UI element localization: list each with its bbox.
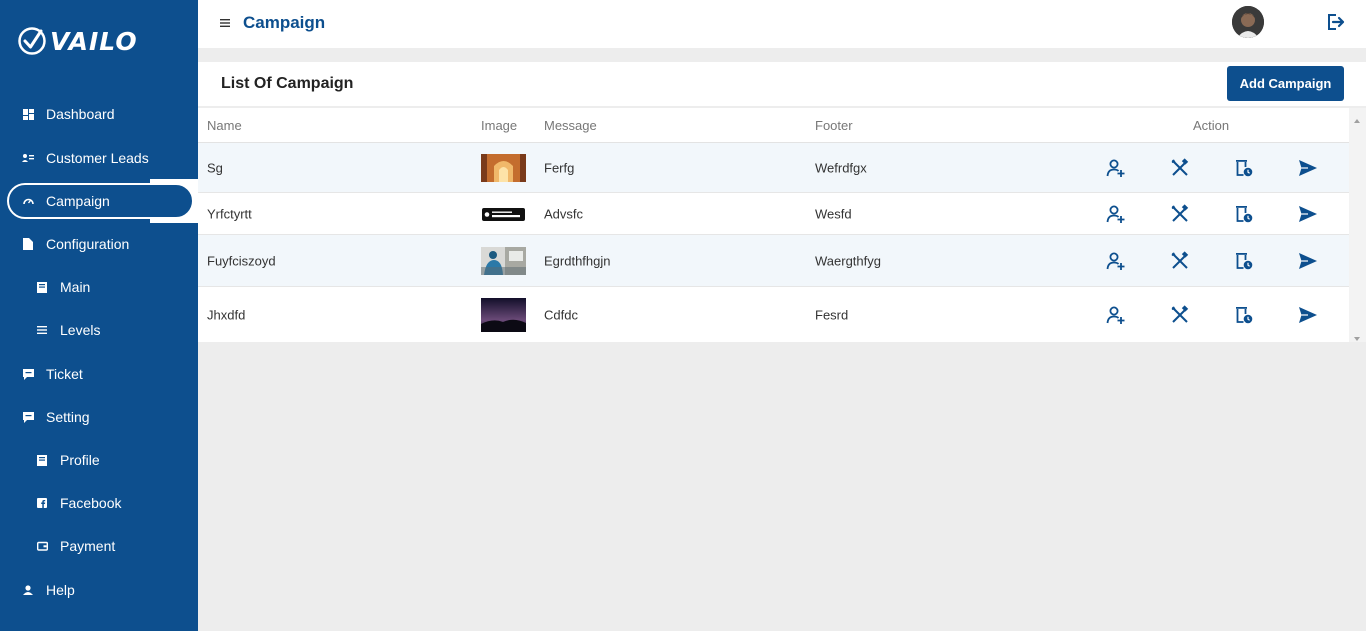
sidebar-item-main[interactable]: Main	[0, 269, 198, 305]
delete-schedule-icon[interactable]	[1233, 203, 1255, 225]
column-header-name: Name	[207, 118, 242, 133]
scroll-up-arrow-icon[interactable]	[1352, 112, 1362, 123]
logo: VAILO	[17, 25, 138, 57]
cell-message: Egrdthfhgjn	[544, 253, 611, 268]
sidebar-item-facebook[interactable]: Facebook	[0, 485, 198, 521]
cell-name: Jhxdfd	[207, 307, 246, 322]
sidebar-item-label: Levels	[60, 322, 101, 338]
send-icon[interactable]	[1297, 250, 1319, 272]
table-scrollbar[interactable]	[1349, 108, 1366, 342]
night-sky-photo	[481, 297, 526, 332]
tools-icon[interactable]	[1169, 157, 1191, 179]
add-campaign-button[interactable]: Add Campaign	[1227, 66, 1344, 101]
table-row[interactable]: Fuyfciszoyd Egrdthfhgjn Waergthfyg	[198, 235, 1349, 287]
column-header-footer: Footer	[815, 118, 853, 133]
card-title: List Of Campaign	[221, 75, 354, 92]
add-user-icon[interactable]	[1105, 304, 1127, 326]
sidebar-item-payment[interactable]: Payment	[0, 528, 198, 564]
logout-icon[interactable]	[1326, 12, 1346, 32]
gauge-icon	[22, 195, 34, 207]
contacts-icon	[22, 152, 34, 164]
cell-footer: Wefrdfgx	[815, 160, 867, 175]
sidebar-item-label: Payment	[60, 538, 116, 554]
cell-name: Fuyfciszoyd	[207, 253, 276, 268]
delete-schedule-icon[interactable]	[1233, 304, 1255, 326]
tools-icon[interactable]	[1169, 304, 1191, 326]
sidebar-item-levels[interactable]: Levels	[0, 312, 198, 348]
user-icon	[22, 584, 34, 596]
sidebar-item-dashboard[interactable]: Dashboard	[0, 96, 198, 132]
add-user-icon[interactable]	[1105, 250, 1127, 272]
sidebar-item-label: Main	[60, 279, 91, 295]
sidebar-item-label: Facebook	[60, 495, 122, 511]
arch-corridor-photo	[481, 153, 526, 182]
brand-name: VAILO	[50, 26, 138, 56]
sidebar-item-label: Customer Leads	[46, 150, 149, 166]
sidebar-item-label: Profile	[60, 452, 100, 468]
wallet-icon	[36, 540, 48, 552]
facebook-icon	[36, 497, 48, 509]
send-icon[interactable]	[1297, 203, 1319, 225]
check-circle-icon	[18, 27, 46, 55]
sidebar-item-campaign[interactable]: Campaign	[7, 183, 194, 219]
table-row[interactable]: Jhxdfd Cdfdc Fesrd	[198, 287, 1349, 342]
cell-name: Yrfctyrtt	[207, 206, 252, 221]
sidebar-item-label: Configuration	[46, 236, 130, 252]
sidebar-item-label: Dashboard	[46, 106, 115, 122]
sidebar-item-label: Ticket	[46, 366, 83, 382]
add-user-icon[interactable]	[1105, 157, 1127, 179]
scroll-down-arrow-icon[interactable]	[1352, 330, 1362, 341]
list-icon	[36, 324, 48, 336]
column-header-message: Message	[544, 118, 597, 133]
add-user-icon[interactable]	[1105, 203, 1127, 225]
tools-icon[interactable]	[1169, 250, 1191, 272]
tools-icon[interactable]	[1169, 203, 1191, 225]
document-icon	[22, 238, 34, 250]
book-icon	[36, 281, 48, 293]
topbar: Campaign	[198, 0, 1366, 48]
campaign-table: Name Image Message Footer Action Sg Ferf…	[198, 108, 1349, 342]
chat-icon	[22, 411, 34, 423]
send-icon[interactable]	[1297, 304, 1319, 326]
sidebar-item-label: Help	[46, 582, 75, 598]
app-store-badge	[481, 199, 526, 228]
cell-footer: Wesfd	[815, 206, 852, 221]
delete-schedule-icon[interactable]	[1233, 157, 1255, 179]
page-title: Campaign	[243, 13, 326, 32]
sidebar-item-label: Campaign	[46, 193, 110, 209]
table-row[interactable]: Yrfctyrtt Advsfc Wesfd	[198, 193, 1349, 235]
table-header: Name Image Message Footer Action	[198, 108, 1349, 143]
sidebar-item-ticket[interactable]: Ticket	[0, 356, 198, 392]
sidebar-item-setting[interactable]: Setting	[0, 399, 198, 435]
cell-footer: Waergthfyg	[815, 253, 881, 268]
cell-footer: Fesrd	[815, 307, 849, 322]
column-header-action: Action	[1193, 118, 1230, 133]
delete-schedule-icon[interactable]	[1233, 250, 1255, 272]
cell-name: Sg	[207, 160, 223, 175]
cell-message: Advsfc	[544, 206, 584, 221]
sidebar: VAILO Dashboard Customer Leads Campaign …	[0, 0, 198, 631]
person-photo	[481, 246, 526, 275]
column-header-image: Image	[481, 118, 518, 133]
table-row[interactable]: Sg Ferfg Wefrdfgx	[198, 143, 1349, 193]
send-icon[interactable]	[1297, 157, 1319, 179]
chat-icon	[22, 368, 34, 380]
sidebar-item-profile[interactable]: Profile	[0, 442, 198, 478]
book-icon	[36, 454, 48, 466]
menu-toggle-icon[interactable]	[220, 15, 232, 29]
sidebar-item-configuration[interactable]: Configuration	[0, 226, 198, 262]
cell-message: Cdfdc	[544, 307, 578, 322]
avatar[interactable]	[1232, 6, 1264, 38]
card-header: List Of Campaign Add Campaign	[198, 62, 1366, 106]
sidebar-item-label: Setting	[46, 409, 90, 425]
sidebar-item-help[interactable]: Help	[0, 572, 198, 608]
sidebar-item-customer-leads[interactable]: Customer Leads	[0, 140, 198, 176]
grid-icon	[22, 108, 34, 120]
cell-message: Ferfg	[544, 160, 575, 175]
